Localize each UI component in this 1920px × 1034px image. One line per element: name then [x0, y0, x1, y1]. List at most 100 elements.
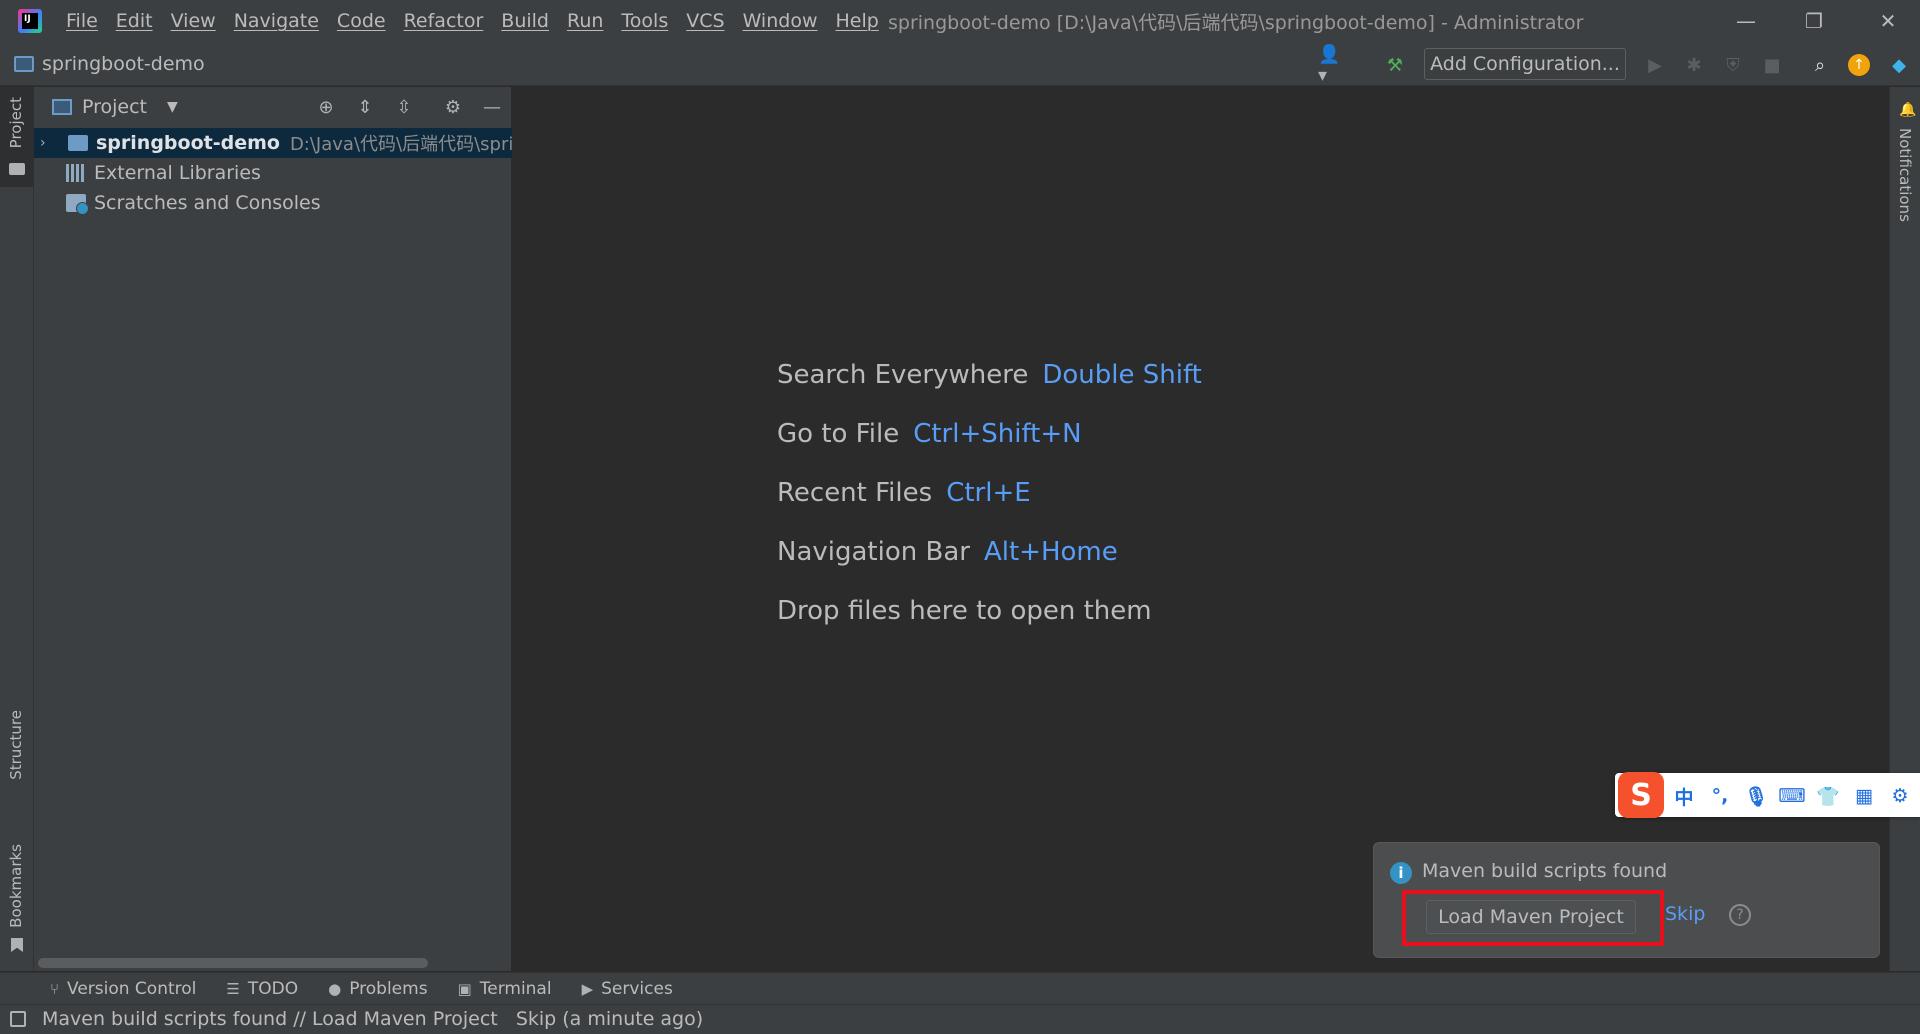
debug-icon[interactable]: ✱ — [1681, 52, 1707, 78]
tab-label: TODO — [247, 978, 299, 999]
expand-all-icon[interactable]: ⇕ — [352, 94, 378, 120]
menu-view[interactable]: View — [171, 10, 216, 32]
hint-search-everywhere: Search Everywhere Double Shift — [777, 360, 1202, 390]
menu-refactor[interactable]: Refactor — [404, 10, 484, 32]
menu-tools[interactable]: Tools — [621, 10, 668, 32]
structure-tool-tab[interactable]: Structure — [0, 700, 34, 810]
bookmarks-tool-tab[interactable]: Bookmarks — [0, 830, 34, 960]
minimize-button[interactable]: — — [1718, 0, 1774, 42]
menu-navigate[interactable]: Navigate — [234, 10, 319, 32]
list-icon: ☰ — [226, 979, 240, 998]
tree-item-label: Scratches and Consoles — [94, 192, 321, 214]
hint-navigation-bar: Navigation Bar Alt+Home — [777, 537, 1118, 567]
hint-label: Recent Files — [777, 478, 933, 508]
tree-item-scratches[interactable]: Scratches and Consoles — [66, 188, 321, 218]
tab-version-control[interactable]: ⑂ Version Control — [50, 979, 196, 999]
hint-shortcut: Alt+Home — [983, 537, 1118, 567]
hint-label: Search Everywhere — [777, 360, 1029, 390]
gear-icon[interactable]: ⚙ — [440, 94, 466, 120]
tool-windows-toggle-icon[interactable] — [10, 1011, 26, 1027]
menu-window[interactable]: Window — [743, 10, 818, 32]
user-icon[interactable]: 👤▾ — [1318, 44, 1344, 86]
tree-item-project[interactable]: › springboot-demo D:\Java\代码\后端代码\spring — [40, 128, 536, 158]
hint-shortcut: Double Shift — [1042, 360, 1202, 390]
project-tool-tab[interactable]: Project — [0, 87, 34, 187]
branch-icon: ⑂ — [50, 979, 60, 998]
menu-run[interactable]: Run — [567, 10, 603, 32]
bookmark-icon — [11, 938, 23, 952]
stop-icon[interactable]: ■ — [1759, 52, 1785, 78]
structure-tab-label: Structure — [7, 710, 25, 780]
ime-settings-icon[interactable]: ⚙ — [1888, 784, 1912, 808]
search-icon[interactable]: ⌕ — [1807, 52, 1833, 78]
help-icon[interactable]: ? — [1729, 904, 1751, 926]
menu-code[interactable]: Code — [337, 10, 386, 32]
navigation-toolbar — [0, 42, 1920, 86]
tree-item-label: springboot-demo — [96, 132, 280, 154]
bottom-tool-bar: ⑂ Version Control ☰ TODO ● Problems ▣ Termin… — [0, 972, 1920, 1004]
add-configuration-button[interactable]: Add Configuration... — [1424, 48, 1626, 80]
build-hammer-icon[interactable]: ⚒ — [1382, 52, 1408, 78]
hide-panel-icon[interactable]: — — [479, 94, 505, 120]
collapse-all-icon[interactable]: ⇳ — [391, 94, 417, 120]
panel-title: Project — [82, 96, 148, 118]
menu-help[interactable]: Help — [835, 10, 878, 32]
tab-services[interactable]: ▶ Services — [582, 979, 673, 999]
status-message[interactable]: Maven build scripts found // Load Maven … — [42, 1004, 703, 1034]
breadcrumb-project: springboot-demo — [42, 53, 205, 75]
update-icon[interactable]: ↑ — [1846, 52, 1872, 78]
menu-file[interactable]: File — [66, 10, 98, 32]
tree-item-path: D:\Java\代码\后端代码\spring — [289, 134, 536, 155]
tab-label: Version Control — [67, 978, 197, 999]
close-window-button[interactable]: ✕ — [1860, 0, 1916, 42]
microphone-icon[interactable]: 🎙 — [1744, 784, 1768, 808]
editor-empty-area[interactable] — [513, 87, 1889, 971]
services-icon: ▶ — [581, 979, 594, 998]
plugin-icon[interactable]: ◆ — [1886, 52, 1912, 78]
keyboard-icon[interactable]: ⌨ — [1778, 784, 1805, 808]
tab-terminal[interactable]: ▣ Terminal — [458, 979, 552, 999]
project-view-selector[interactable]: Project ▼ — [52, 87, 178, 127]
horizontal-scrollbar[interactable] — [38, 958, 428, 968]
tree-item-external-libraries[interactable]: External Libraries — [66, 158, 261, 188]
menu-edit[interactable]: Edit — [116, 10, 153, 32]
hint-shortcut: Ctrl+E — [946, 478, 1031, 508]
folder-icon — [9, 163, 25, 175]
hint-go-to-file: Go to File Ctrl+Shift+N — [777, 419, 1082, 449]
restore-icon: ❐ — [1805, 9, 1823, 33]
menu-build[interactable]: Build — [501, 10, 549, 32]
project-view-icon — [52, 99, 72, 115]
project-tab-label: Project — [7, 97, 25, 149]
load-maven-project-button[interactable]: Load Maven Project — [1426, 900, 1636, 934]
tab-problems[interactable]: ● Problems — [328, 979, 427, 999]
hint-shortcut: Ctrl+Shift+N — [913, 419, 1082, 449]
chevron-down-icon: ▼ — [167, 99, 178, 115]
toolbox-grid-icon[interactable]: ▦ — [1852, 784, 1876, 808]
bookmarks-tab-label: Bookmarks — [7, 844, 25, 928]
project-panel — [34, 87, 512, 971]
tab-todo[interactable]: ☰ TODO — [226, 979, 298, 999]
intellij-logo-icon: IJ — [18, 9, 42, 33]
breadcrumb[interactable]: springboot-demo — [14, 42, 205, 86]
minimize-icon: — — [1736, 9, 1756, 33]
run-icon[interactable]: ▶ — [1642, 52, 1668, 78]
library-icon — [66, 164, 86, 182]
tab-label: Services — [601, 978, 673, 999]
restore-button[interactable]: ❐ — [1786, 0, 1842, 42]
skip-link[interactable]: Skip — [1665, 903, 1705, 925]
sogou-logo-icon[interactable]: S — [1618, 772, 1664, 818]
ime-mode-toggle[interactable]: 中 — [1672, 784, 1696, 809]
notifications-tool-tab[interactable]: 🔔 Notifications — [1890, 100, 1920, 240]
notifications-tab-label: Notifications — [1896, 128, 1914, 222]
menu-bar: File Edit View Navigate Code Refactor Bu… — [66, 0, 897, 42]
project-folder-icon — [14, 56, 34, 72]
ime-punctuation-toggle[interactable]: °, — [1708, 784, 1732, 808]
bell-icon: 🔔 — [1899, 102, 1917, 118]
menu-vcs[interactable]: VCS — [686, 10, 724, 32]
chevron-right-icon: › — [40, 135, 46, 151]
coverage-icon[interactable]: ⛨ — [1720, 52, 1746, 78]
locate-icon[interactable]: ⊕ — [313, 94, 339, 120]
skin-shirt-icon[interactable]: 👕 — [1816, 784, 1840, 808]
info-icon: i — [1390, 862, 1412, 884]
problems-icon: ● — [328, 979, 342, 998]
